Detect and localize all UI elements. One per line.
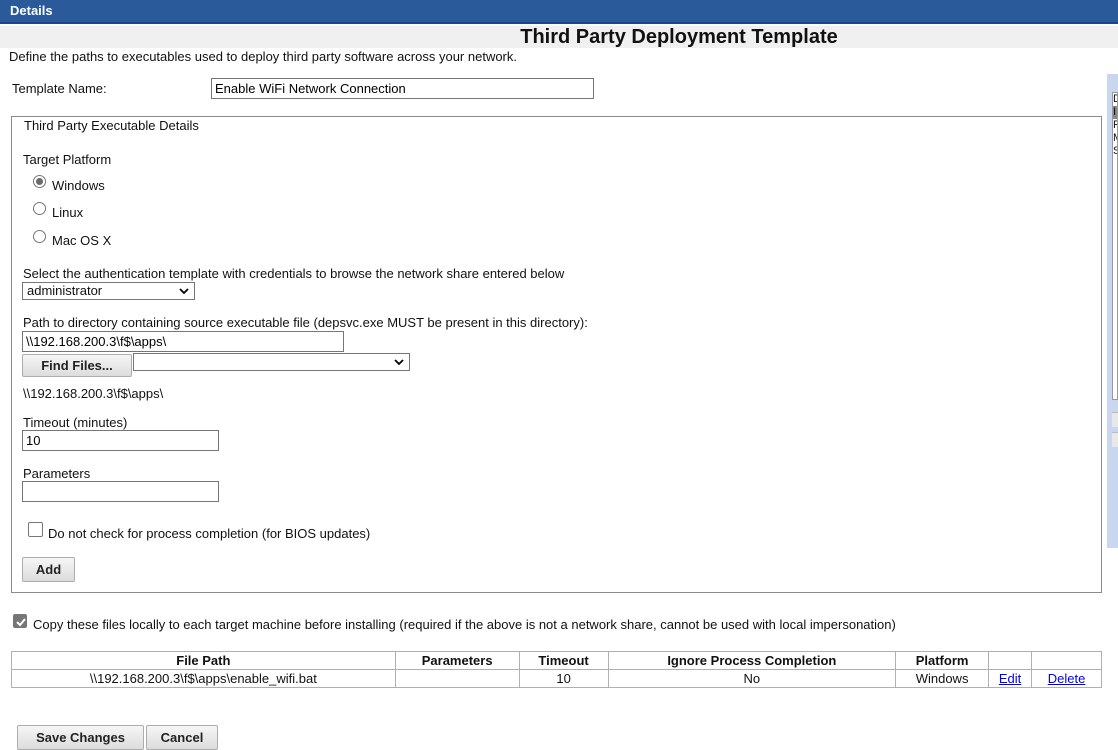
- auth-template-value: administrator: [27, 283, 103, 298]
- timeout-input[interactable]: [22, 430, 219, 451]
- side-list-item[interactable]: I: [1113, 106, 1117, 119]
- cell-ignore: No: [607, 669, 897, 688]
- checkmark-icon: [16, 618, 26, 627]
- col-file-path: File Path: [11, 651, 396, 670]
- side-list-item[interactable]: S: [1113, 145, 1117, 158]
- find-files-button[interactable]: Find Files...: [22, 354, 132, 377]
- source-path-label: Path to directory containing source exec…: [23, 315, 588, 330]
- side-list-item[interactable]: F: [1113, 119, 1117, 132]
- side-button[interactable]: [1112, 412, 1118, 427]
- side-list-item[interactable]: D: [1113, 93, 1117, 106]
- template-name-input[interactable]: [211, 78, 594, 99]
- source-path-display: \\192.168.200.3\f$\apps\: [23, 386, 164, 401]
- cancel-button[interactable]: Cancel: [146, 725, 218, 750]
- table-header-row: File Path Parameters Timeout Ignore Proc…: [11, 651, 1102, 670]
- parameters-input[interactable]: [22, 481, 219, 502]
- chevron-down-icon: [394, 359, 404, 366]
- cell-platform: Windows: [895, 669, 990, 688]
- radio-linux-label: Linux: [52, 205, 84, 220]
- cell-delete: Delete: [1031, 669, 1102, 688]
- table-row: \\192.168.200.3\f$\apps\enable_wifi.bat …: [11, 669, 1102, 688]
- col-timeout: Timeout: [518, 651, 609, 670]
- auth-template-label: Select the authentication template with …: [23, 266, 565, 281]
- col-edit: [988, 651, 1033, 670]
- cell-timeout: 10: [518, 669, 609, 688]
- chevron-down-icon: [179, 288, 189, 295]
- template-name-label: Template Name:: [12, 81, 107, 96]
- page-intro: Define the paths to executables used to …: [9, 49, 517, 64]
- source-path-input[interactable]: [22, 331, 344, 352]
- side-button[interactable]: [1112, 432, 1118, 447]
- no-check-label: Do not check for process completion (for…: [48, 526, 371, 541]
- radio-windows[interactable]: [33, 175, 46, 188]
- edit-link[interactable]: Edit: [999, 671, 1021, 686]
- radio-macosx[interactable]: [33, 230, 46, 243]
- delete-link[interactable]: Delete: [1048, 671, 1086, 686]
- col-ignore-completion: Ignore Process Completion: [607, 651, 897, 670]
- cell-file-path: \\192.168.200.3\f$\apps\enable_wifi.bat: [11, 669, 396, 688]
- target-platform-label: Target Platform: [23, 152, 112, 167]
- col-platform: Platform: [895, 651, 990, 670]
- col-delete: [1031, 651, 1102, 670]
- timeout-label: Timeout (minutes): [23, 415, 128, 430]
- auth-template-select[interactable]: administrator: [22, 282, 195, 300]
- fieldset-legend: Third Party Executable Details: [22, 118, 201, 133]
- radio-linux[interactable]: [33, 202, 46, 215]
- copy-local-label: Copy these files locally to each target …: [33, 617, 896, 632]
- side-listbox[interactable]: D I F M S: [1112, 92, 1118, 400]
- radio-windows-label: Windows: [52, 178, 105, 193]
- cell-edit: Edit: [988, 669, 1033, 688]
- parameters-label: Parameters: [23, 466, 91, 481]
- add-button[interactable]: Add: [22, 557, 75, 582]
- page-title: Third Party Deployment Template: [0, 26, 1118, 48]
- copy-local-checkbox[interactable]: [13, 614, 27, 628]
- file-select[interactable]: [133, 353, 410, 371]
- files-table: File Path Parameters Timeout Ignore Proc…: [11, 651, 1102, 688]
- radio-macosx-label: Mac OS X: [52, 233, 112, 248]
- side-list-item[interactable]: M: [1113, 132, 1117, 145]
- col-parameters: Parameters: [394, 651, 520, 670]
- details-header: Details: [0, 0, 1118, 24]
- save-changes-button[interactable]: Save Changes: [17, 725, 144, 750]
- cell-parameters: [394, 669, 520, 688]
- no-check-checkbox[interactable]: [28, 522, 43, 537]
